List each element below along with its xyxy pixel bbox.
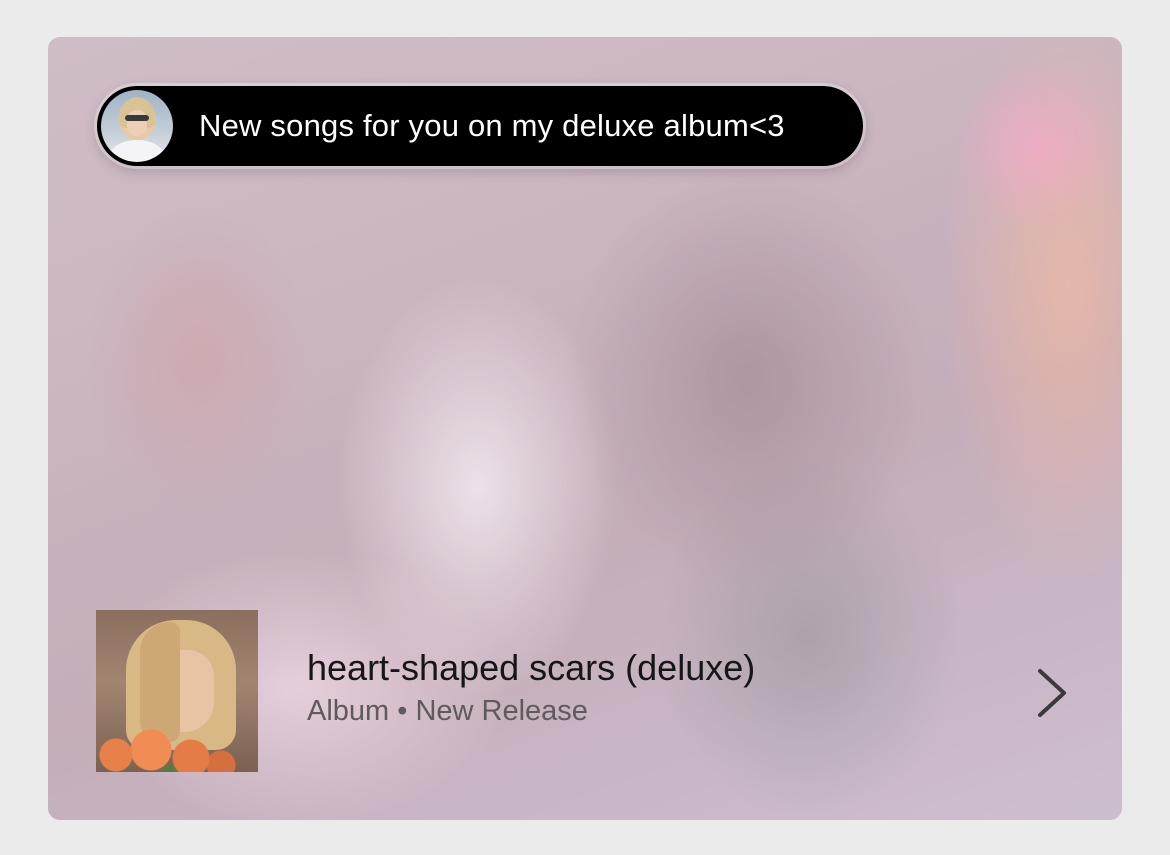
artist-message-pill: New songs for you on my deluxe album<3 [97,86,863,166]
album-cover[interactable] [96,610,258,772]
chevron-right-icon[interactable] [1032,665,1072,721]
album-meta: Album • New Release [307,695,588,727]
new-release-card[interactable]: New songs for you on my deluxe album<3 h… [48,37,1122,820]
artist-message-text: New songs for you on my deluxe album<3 [199,108,785,143]
release-info[interactable]: heart-shaped scars (deluxe) Album • New … [307,647,755,728]
album-title: heart-shaped scars (deluxe) [307,647,756,688]
artist-avatar [101,90,173,162]
